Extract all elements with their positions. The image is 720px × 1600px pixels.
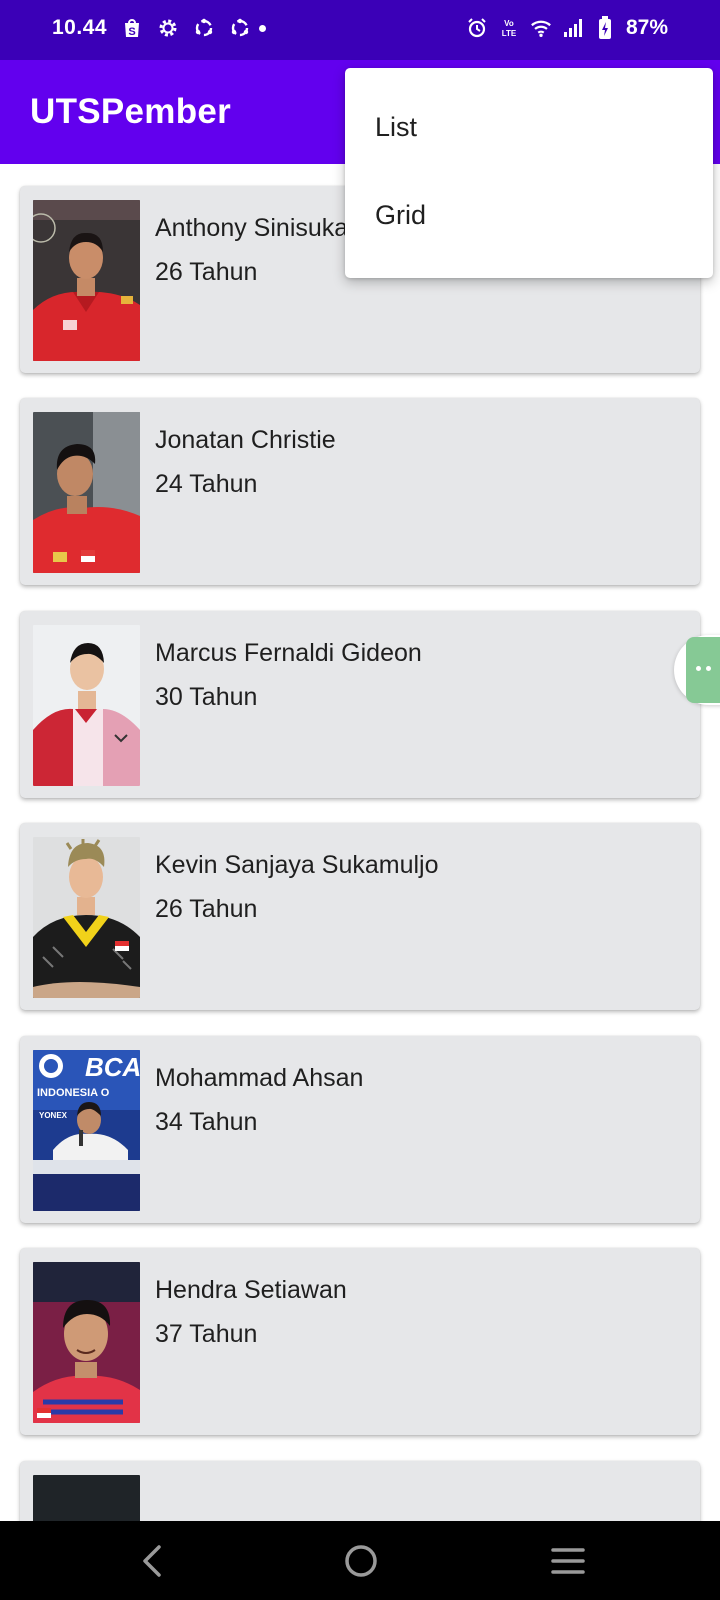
- player-name: Hendra Setiawan: [155, 1276, 347, 1304]
- player-card[interactable]: BCA INDONESIA O YONEX Mohammad Ahsan 34 …: [20, 1036, 700, 1223]
- player-age: 37 Tahun: [155, 1320, 258, 1348]
- player-card[interactable]: Hendra Setiawan 37 Tahun: [20, 1248, 700, 1435]
- player-photo: [33, 1475, 140, 1521]
- back-icon[interactable]: [133, 1541, 173, 1581]
- menu-item-list[interactable]: List: [345, 83, 713, 171]
- svg-text:Vo: Vo: [504, 19, 514, 28]
- player-age: 30 Tahun: [155, 683, 258, 711]
- sync-icon: [193, 17, 215, 39]
- status-time: 10.44: [52, 16, 108, 39]
- player-card[interactable]: Kevin Sanjaya Sukamuljo 26 Tahun: [20, 823, 700, 1010]
- player-age: 24 Tahun: [155, 470, 258, 498]
- shopee-icon: S: [121, 17, 143, 39]
- app-title: UTSPember: [30, 92, 232, 131]
- floating-bubble-handle[interactable]: [686, 637, 720, 703]
- player-age: 26 Tahun: [155, 258, 258, 286]
- banner-bca-text: BCA: [85, 1052, 140, 1082]
- battery-percent: 87%: [625, 16, 668, 39]
- recents-icon[interactable]: [548, 1541, 588, 1581]
- player-name: Marcus Fernaldi Gideon: [155, 639, 422, 667]
- overflow-menu: List Grid: [345, 68, 713, 278]
- wifi-icon: [530, 17, 552, 39]
- player-card[interactable]: Marcus Fernaldi Gideon 30 Tahun: [20, 611, 700, 798]
- player-name: Jonatan Christie: [155, 426, 336, 454]
- status-bar: 10.44 S Vo LTE 87%: [0, 0, 720, 60]
- player-card[interactable]: [20, 1461, 700, 1521]
- battery-charging-icon: [594, 16, 616, 39]
- gear-icon: [157, 17, 179, 39]
- more-dots-icon: [696, 666, 711, 671]
- player-name: Mohammad Ahsan: [155, 1064, 364, 1092]
- alarm-icon: [466, 17, 488, 39]
- sync-icon: [229, 17, 251, 39]
- player-photo: BCA INDONESIA O YONEX: [33, 1050, 140, 1211]
- player-photo: [33, 837, 140, 998]
- player-name: Kevin Sanjaya Sukamuljo: [155, 851, 439, 879]
- player-photo: [33, 1262, 140, 1423]
- navigation-bar: [0, 1521, 720, 1600]
- player-card[interactable]: Jonatan Christie 24 Tahun: [20, 398, 700, 585]
- player-list[interactable]: Anthony Sinisuka Ginting 26 Tahun Jonata…: [0, 164, 720, 1521]
- signal-icon: [562, 17, 584, 39]
- player-age: 26 Tahun: [155, 895, 258, 923]
- player-age: 34 Tahun: [155, 1108, 258, 1136]
- home-icon[interactable]: [341, 1541, 381, 1581]
- banner-subtitle-text: INDONESIA O: [37, 1087, 110, 1099]
- svg-text:S: S: [128, 26, 135, 38]
- player-photo: [33, 625, 140, 786]
- notification-dot-icon: [259, 24, 267, 32]
- svg-text:LTE: LTE: [502, 29, 517, 38]
- player-photo: [33, 412, 140, 573]
- menu-item-grid[interactable]: Grid: [345, 171, 713, 259]
- volte-icon: Vo LTE: [498, 17, 520, 39]
- player-photo: [33, 200, 140, 361]
- banner-sponsor-text: YONEX: [39, 1111, 68, 1120]
